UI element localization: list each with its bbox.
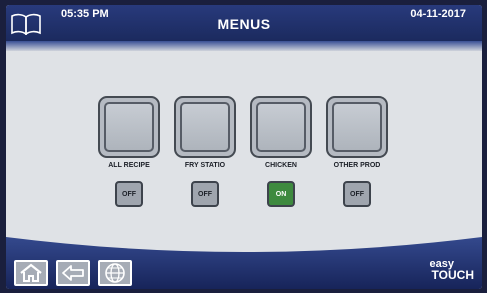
menu-button-fry-station[interactable] xyxy=(174,96,236,158)
header-gradient-band xyxy=(6,41,482,51)
toggle-all-recipe[interactable]: OFF xyxy=(115,181,143,207)
menu-label-chicken: CHICKEN xyxy=(265,162,297,169)
header-bar: 05:35 PM MENUS 04-11-2017 xyxy=(6,5,482,41)
back-button[interactable] xyxy=(56,260,90,286)
menu-button-other-products[interactable] xyxy=(326,96,388,158)
toggle-chicken[interactable]: ON xyxy=(267,181,295,207)
home-icon xyxy=(20,263,42,282)
home-button[interactable] xyxy=(14,260,48,286)
touch-screen: 05:35 PM MENUS 04-11-2017 ALL RECIPE OFF… xyxy=(6,5,482,289)
menu-label-fry-station: FRY STATIO xyxy=(184,162,226,169)
menu-label-other-products: OTHER PROD xyxy=(333,162,381,169)
menu-button-chicken[interactable] xyxy=(250,96,312,158)
back-arrow-icon xyxy=(62,265,84,281)
footer-bar: easy TOUCH xyxy=(6,237,482,289)
menu-button-all-recipe[interactable] xyxy=(98,96,160,158)
toggle-fry-station[interactable]: OFF xyxy=(191,181,219,207)
globe-icon xyxy=(105,263,125,283)
menu-label-all-recipe: ALL RECIPE xyxy=(108,162,150,169)
current-date: 04-11-2017 xyxy=(410,8,466,20)
easytouch-logo: easy TOUCH xyxy=(429,258,474,282)
toggle-other-products[interactable]: OFF xyxy=(343,181,371,207)
language-button[interactable] xyxy=(98,260,132,286)
